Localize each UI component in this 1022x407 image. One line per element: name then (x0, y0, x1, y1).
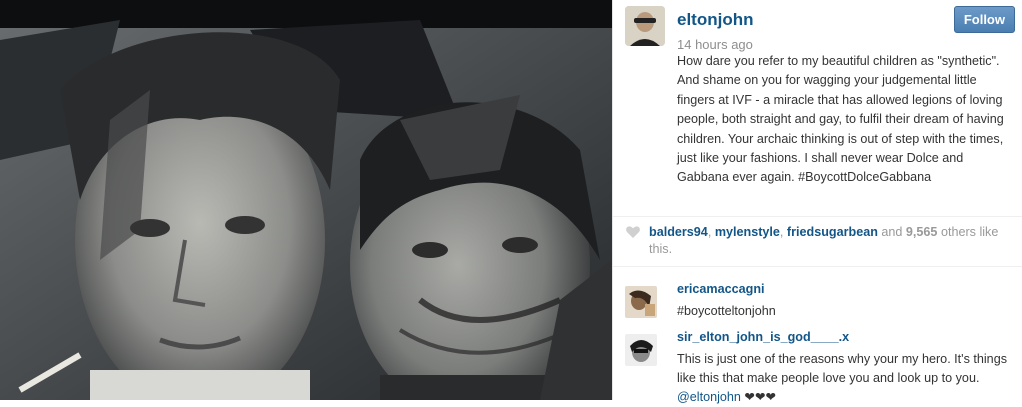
follow-button[interactable]: Follow (953, 6, 1015, 33)
like-user-link[interactable]: mylenstyle (715, 225, 780, 239)
like-user-link[interactable]: balders94 (649, 225, 708, 239)
photo-image (0, 0, 612, 400)
mention-link[interactable]: @eltonjohn (677, 390, 741, 404)
likes-and: and (881, 225, 903, 239)
divider (613, 266, 1022, 267)
comment-avatar[interactable] (625, 334, 657, 366)
heart-icon[interactable] (625, 224, 641, 240)
avatar-image (625, 286, 657, 318)
like-user-link[interactable]: friedsugarbean (787, 225, 878, 239)
likes-summary: balders94, mylenstyle, friedsugarbean an… (625, 224, 1015, 258)
post-username[interactable]: eltonjohn (677, 10, 753, 30)
comment-text: #boycotteltonjohn (677, 304, 776, 318)
avatar-image (625, 6, 665, 46)
comment-avatar[interactable] (625, 286, 657, 318)
post-caption: How dare you refer to my beautiful child… (677, 54, 1004, 185)
post-details-panel: eltonjohn 14 hours ago Follow How dare y… (612, 0, 1022, 404)
heart-emoji-icon: ❤❤❤ (744, 390, 777, 404)
likes-text: balders94, mylenstyle, friedsugarbean an… (649, 225, 999, 256)
avatar[interactable] (625, 6, 665, 46)
avatar-image (625, 334, 657, 366)
comment-username[interactable]: ericamaccagni (677, 282, 765, 296)
comment-username[interactable]: sir_elton_john_is_god____.x (677, 330, 849, 344)
post-header: eltonjohn 14 hours ago Follow (625, 4, 1022, 52)
post-timestamp[interactable]: 14 hours ago (677, 37, 753, 52)
comment-body: This is just one of the reasons why your… (677, 352, 1007, 385)
post-photo[interactable] (0, 0, 612, 400)
likes-count[interactable]: 9,565 (906, 225, 938, 239)
comment-text: This is just one of the reasons why your… (677, 350, 1013, 407)
divider (613, 216, 1022, 217)
